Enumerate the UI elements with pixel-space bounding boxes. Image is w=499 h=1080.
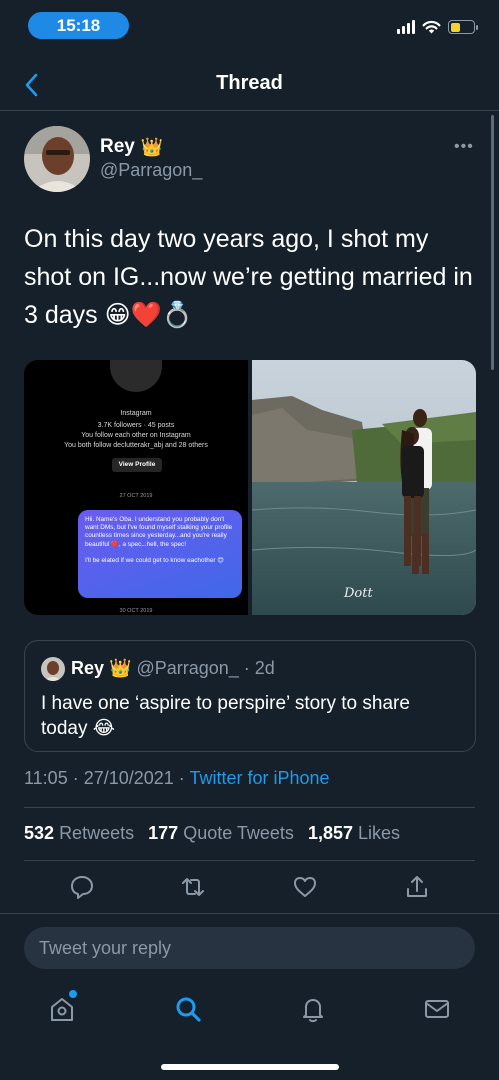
tweet-source-link[interactable]: Twitter for iPhone [189, 768, 329, 788]
ig-mutual: You both follow declutterakr_abj and 28 … [64, 442, 208, 449]
divider [24, 860, 475, 861]
dm-screenshot-image[interactable]: Instagram 3.7K followers · 45 posts You … [24, 360, 248, 615]
quote-avatar [41, 657, 65, 681]
dm-message-bubble: Hii. Name's Oba. I understand you probab… [78, 510, 242, 598]
search-icon[interactable] [173, 994, 203, 1024]
status-time: 15:18 [28, 12, 129, 39]
author-avatar[interactable] [24, 126, 90, 192]
ig-follow: You follow each other on Instagram [81, 432, 191, 439]
couple-photo-image[interactable]: Dott [252, 360, 476, 615]
battery-icon [448, 20, 478, 34]
quote-header: Rey 👑 @Parragon_ · 2d [71, 658, 275, 679]
reply-input[interactable]: Tweet your reply [24, 927, 475, 969]
ig-label: Instagram [120, 410, 152, 417]
like-icon[interactable] [291, 873, 319, 901]
ig-date: 27 OCT 2019 [119, 493, 153, 499]
dm-message-2: I'll be elated if we could get to know e… [85, 556, 224, 564]
quote-tweets-label[interactable]: Quote Tweets [183, 823, 294, 843]
view-profile-button: View Profile [112, 458, 162, 472]
divider [24, 807, 475, 808]
tweet-meta: 11:05 · 27/10/2021 · Twitter for iPhone [24, 768, 330, 789]
quote-age: · 2d [243, 658, 275, 678]
ig-avatar [110, 360, 162, 392]
ig-stats: 3.7K followers · 45 posts [97, 422, 175, 429]
header-divider [0, 110, 499, 111]
quote-tweets-count[interactable]: 177 [148, 823, 178, 843]
likes-count[interactable]: 1,857 [308, 823, 353, 843]
home-icon[interactable] [47, 994, 77, 1024]
quote-crown-emoji: 👑 [109, 658, 132, 678]
scrollbar[interactable] [491, 115, 494, 370]
photo-watermark: Dott [343, 586, 373, 601]
retweet-icon[interactable] [179, 873, 207, 901]
home-indicator[interactable] [161, 1064, 339, 1070]
likes-label[interactable]: Likes [358, 823, 400, 843]
quote-handle: @Parragon_ [136, 658, 239, 678]
tweet-media[interactable]: Instagram 3.7K followers · 45 posts You … [24, 360, 476, 615]
quote-author-name: Rey [71, 658, 105, 678]
author-handle[interactable]: @Parragon_ [100, 160, 202, 181]
ig-date-2: 30 OCT 2019 [119, 608, 153, 614]
messages-icon[interactable] [422, 994, 452, 1024]
page-title: Thread [216, 72, 283, 94]
author-name-row[interactable]: Rey 👑 [100, 136, 163, 158]
crown-emoji: 👑 [140, 136, 164, 157]
tweet-timestamp: 11:05 · 27/10/2021 · [24, 768, 190, 788]
quote-text: I have one ‘aspire to perspire’ story to… [41, 693, 410, 739]
retweets-count[interactable]: 532 [24, 823, 54, 843]
tweet-stats: 532 Retweets 177 Quote Tweets 1,857 Like… [24, 823, 409, 844]
wifi-icon [422, 20, 441, 34]
status-icons [397, 18, 478, 36]
retweets-label[interactable]: Retweets [59, 823, 134, 843]
divider [0, 913, 499, 914]
reply-icon[interactable] [68, 873, 96, 901]
share-icon[interactable] [403, 873, 431, 901]
signal-icon [397, 20, 415, 34]
more-icon[interactable]: ••• [454, 138, 474, 156]
quoted-tweet[interactable]: Rey 👑 @Parragon_ · 2d I have one ‘aspire… [24, 640, 476, 752]
dm-message: Hii. Name's Oba. I understand you probab… [85, 516, 233, 548]
author-name[interactable]: Rey [100, 136, 135, 158]
tweet-text: On this day two years ago, I shot my sho… [24, 225, 473, 329]
notifications-icon[interactable] [298, 994, 328, 1024]
